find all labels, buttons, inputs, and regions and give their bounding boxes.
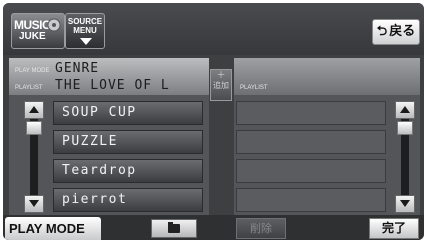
playlist-slot[interactable] (236, 130, 386, 154)
return-arrow-icon: ⮌ (376, 24, 388, 39)
playlist-value: THE LOVE OF L (55, 78, 170, 93)
song-item[interactable]: Teardrop (53, 159, 203, 183)
arrow-up-icon (29, 106, 39, 113)
playlist-header: PLAYLIST (234, 58, 420, 95)
bottom-bar: PLAY MODE 削除 完了 (3, 215, 424, 240)
audio-screen: MUSIC JUKE SOURCE MENU ⮌ 戻る PLAY MODE GEN… (3, 3, 424, 240)
chevron-down-icon (80, 38, 92, 45)
arrow-down-icon (400, 200, 410, 207)
scroll-down-button[interactable] (24, 195, 44, 213)
source-menu-line1: SOURCE (67, 17, 103, 26)
top-bar: MUSIC JUKE SOURCE MENU ⮌ 戻る (3, 3, 424, 55)
delete-button[interactable]: 削除 (236, 218, 286, 239)
source-menu-button[interactable]: SOURCE MENU (65, 13, 105, 49)
music-juke-line1: MUSIC (14, 18, 51, 32)
arrow-down-icon (29, 200, 39, 207)
info-box: PLAY MODE GENRE PLAYLIST THE LOVE OF L (9, 58, 209, 95)
song-panel: PLAY MODE GENRE PLAYLIST THE LOVE OF L S… (9, 58, 209, 215)
back-button[interactable]: ⮌ 戻る (372, 19, 420, 45)
plus-icon: ＋ (216, 71, 226, 81)
back-label: 戻る (389, 24, 416, 39)
scroll-up-button[interactable] (395, 101, 415, 119)
song-scrollbar[interactable] (24, 101, 44, 213)
play-mode-label: PLAY MODE (15, 68, 50, 74)
scroll-down-button[interactable] (395, 195, 415, 213)
playlist-scrollbar[interactable] (395, 101, 415, 213)
add-label: 追加 (213, 81, 229, 90)
done-button[interactable]: 完了 (369, 218, 419, 239)
scroll-up-button[interactable] (24, 101, 44, 119)
playlist-panel: PLAYLIST (234, 58, 420, 215)
disc-icon (47, 18, 61, 32)
add-to-playlist-button[interactable]: ＋ 追加 (210, 69, 232, 101)
scroll-thumb[interactable] (26, 121, 42, 135)
playlist-slot[interactable] (236, 159, 386, 183)
folder-button[interactable] (151, 219, 197, 238)
arrow-up-icon (400, 106, 410, 113)
playlist-header-label: PLAYLIST (240, 85, 268, 91)
song-item[interactable]: pierrot (53, 188, 203, 212)
scroll-thumb[interactable] (397, 121, 413, 135)
folder-icon (168, 222, 180, 233)
playlist-slot[interactable] (236, 101, 386, 125)
source-menu-line2: MENU (73, 26, 97, 35)
playlist-label: PLAYLIST (15, 85, 43, 91)
song-item[interactable]: PUZZLE (53, 130, 203, 154)
song-item[interactable]: SOUP CUP (53, 101, 203, 125)
play-mode-tab[interactable]: PLAY MODE (5, 217, 101, 240)
playlist-slot[interactable] (236, 188, 386, 212)
music-juke-line2: JUKE (19, 31, 46, 42)
play-mode-value: GENRE (55, 61, 100, 76)
music-juke-button[interactable]: MUSIC JUKE (11, 13, 65, 49)
